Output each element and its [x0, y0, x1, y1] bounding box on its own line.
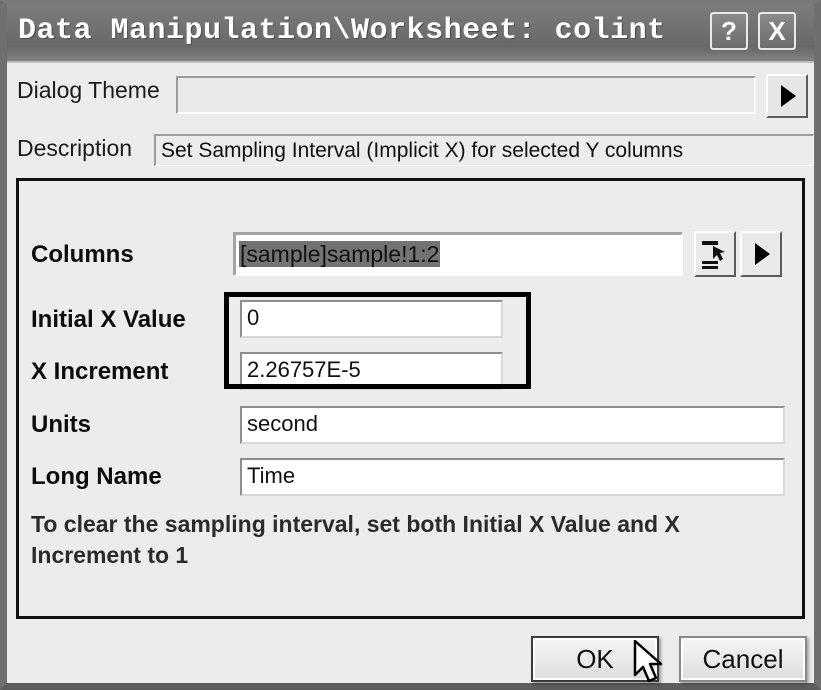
triangle-right-icon: [755, 243, 770, 265]
x-increment-label: X Increment: [31, 358, 169, 385]
description-value: Set Sampling Interval (Implicit X) for s…: [154, 134, 814, 166]
title-bar: Data Manipulation\Worksheet: colint ? X: [7, 4, 814, 63]
window-title: Data Manipulation\Worksheet: colint: [18, 14, 666, 48]
columns-arrow-button[interactable]: [740, 231, 782, 277]
columns-input[interactable]: [sample]sample!1:2: [233, 232, 683, 276]
long-name-input[interactable]: Time: [240, 458, 785, 496]
initial-x-value-input[interactable]: 0: [240, 300, 503, 338]
columns-picker-button[interactable]: [694, 231, 736, 277]
long-name-label: Long Name: [31, 463, 162, 490]
help-button[interactable]: ?: [710, 12, 748, 50]
units-input[interactable]: second: [240, 406, 785, 444]
triangle-right-icon: [781, 85, 796, 107]
initial-x-value-label: Initial X Value: [31, 306, 186, 333]
columns-label: Columns: [31, 241, 134, 268]
dialog-theme-field[interactable]: [176, 76, 756, 114]
dialog-theme-arrow-button[interactable]: [766, 74, 808, 118]
sampling-hint-text: To clear the sampling interval, set both…: [31, 511, 680, 568]
cancel-button[interactable]: Cancel: [679, 636, 807, 682]
select-columns-icon: [702, 241, 725, 269]
dialog-theme-label: Dialog Theme: [17, 77, 160, 103]
dialog-window: Data Manipulation\Worksheet: colint ? X …: [0, 0, 821, 690]
close-button[interactable]: X: [758, 12, 796, 50]
units-label: Units: [31, 411, 91, 438]
columns-input-value: [sample]sample!1:2: [239, 241, 441, 267]
x-increment-input[interactable]: 2.26757E-5: [240, 352, 503, 390]
description-label: Description: [17, 135, 133, 161]
ok-button[interactable]: OK: [531, 636, 659, 682]
